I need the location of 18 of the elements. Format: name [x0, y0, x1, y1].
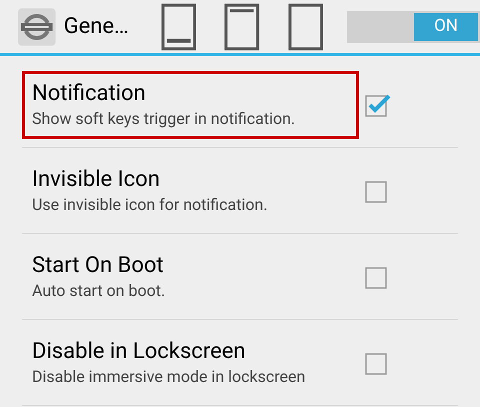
checked-checkbox[interactable] [365, 92, 391, 116]
setting-title: Notification [32, 80, 147, 108]
setting-row[interactable]: Start On Boot Auto start on boot. [22, 242, 359, 310]
setting-title: Invisible Icon [32, 166, 161, 194]
app-title: Gene… [64, 13, 130, 41]
setting-row[interactable]: Invisible Icon Use invisible icon for notification. [22, 156, 359, 224]
setting-summary: Use invisible icon for notification. [32, 194, 269, 216]
app-logo-icon [18, 8, 56, 46]
phone-icon[interactable] [160, 2, 196, 50]
highlight-frame[interactable]: Notification Show soft keys trigger in notification. [22, 70, 359, 138]
setting-summary: Show soft keys trigger in notification. [32, 108, 296, 130]
setting-row[interactable]: Disable in Lockscreen Disable immersive mode in lockscreen [22, 328, 359, 396]
setting-title: Start On Boot [32, 252, 165, 280]
phone-icon[interactable] [288, 2, 324, 50]
setting-summary: Disable immersive mode in lockscreen [32, 366, 306, 388]
setting-title: Disable in Lockscreen [32, 338, 247, 366]
setting-summary: Auto start on boot. [32, 280, 166, 302]
phone-icon[interactable] [224, 2, 260, 50]
